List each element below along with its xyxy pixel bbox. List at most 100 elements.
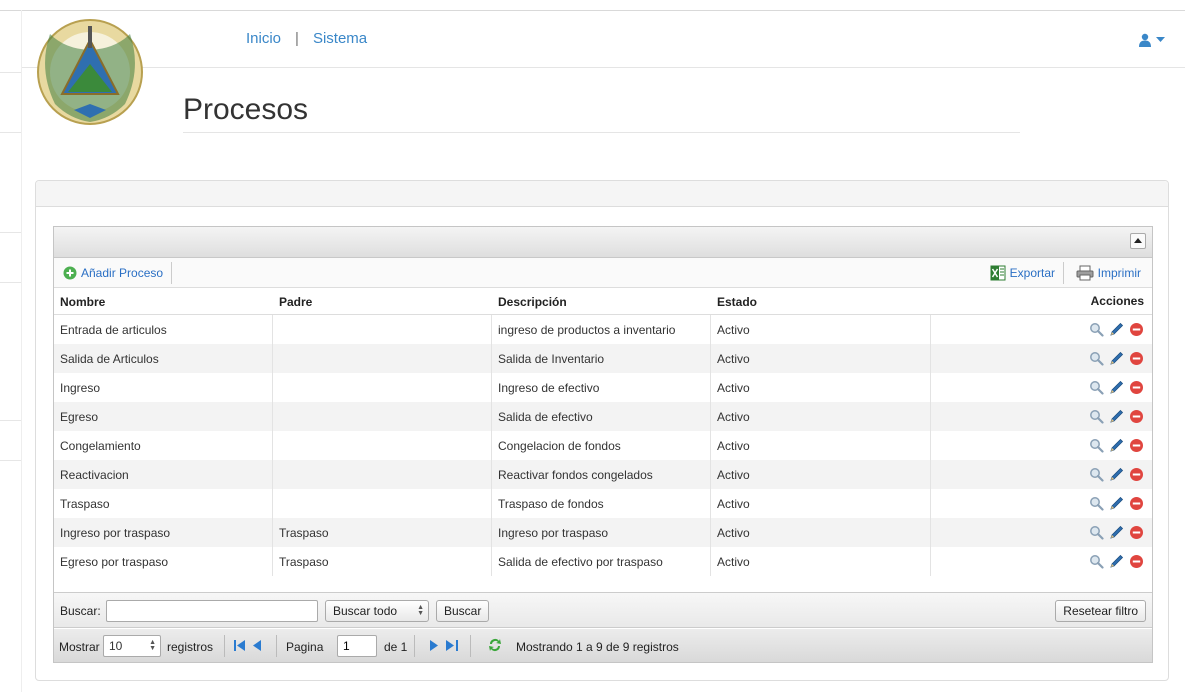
edit-pencil-icon[interactable] bbox=[1109, 467, 1124, 482]
delete-icon[interactable] bbox=[1129, 409, 1144, 424]
delete-icon[interactable] bbox=[1129, 496, 1144, 511]
previous-page-icon[interactable] bbox=[253, 640, 261, 651]
edit-pencil-icon[interactable] bbox=[1109, 525, 1124, 540]
cell-estado: Activo bbox=[711, 315, 931, 344]
table-row[interactable]: Ingreso por traspaso Traspaso Ingreso por … bbox=[54, 518, 1152, 547]
edit-pencil-icon[interactable] bbox=[1109, 496, 1124, 511]
header-nombre[interactable]: Nombre bbox=[54, 288, 273, 314]
search-input[interactable] bbox=[106, 600, 318, 622]
next-page-icon[interactable] bbox=[430, 640, 438, 651]
edit-pencil-icon[interactable] bbox=[1109, 409, 1124, 424]
page-title: Procesos bbox=[183, 93, 309, 126]
edit-pencil-icon[interactable] bbox=[1109, 554, 1124, 569]
page-number-input[interactable] bbox=[337, 635, 377, 657]
cell-descripcion: Salida de efectivo por traspaso bbox=[492, 547, 711, 576]
row-actions bbox=[931, 547, 1152, 576]
pager-bar: Mostrar 10 ▲▼ registros Pagina de 1 Most… bbox=[54, 629, 1152, 662]
table-row[interactable]: Traspaso Traspaso de fondos Activo bbox=[54, 489, 1152, 518]
table-row[interactable]: Egreso Salida de efectivo Activo bbox=[54, 402, 1152, 431]
cell-padre bbox=[273, 460, 492, 489]
page-label: Pagina bbox=[286, 640, 324, 654]
table-row[interactable]: Entrada de articulos ingreso de productos… bbox=[54, 315, 1152, 344]
pager-divider bbox=[470, 635, 471, 657]
edit-pencil-icon[interactable] bbox=[1109, 380, 1124, 395]
page-size-select[interactable]: 10 ▲ ▼ bbox=[103, 635, 161, 657]
table-body: Entrada de articulos ingreso de productos… bbox=[54, 315, 1152, 576]
view-icon[interactable] bbox=[1089, 351, 1104, 366]
cell-descripcion: Ingreso de efectivo bbox=[492, 373, 711, 402]
cell-nombre: Traspaso bbox=[54, 489, 273, 518]
add-process-label: Añadir Proceso bbox=[81, 266, 164, 280]
cell-estado: Activo bbox=[711, 344, 931, 373]
delete-icon[interactable] bbox=[1129, 380, 1144, 395]
edit-pencil-icon[interactable] bbox=[1109, 351, 1124, 366]
view-icon[interactable] bbox=[1089, 322, 1104, 337]
delete-icon[interactable] bbox=[1129, 525, 1144, 540]
delete-icon[interactable] bbox=[1129, 554, 1144, 569]
add-process-button[interactable]: Añadir Proceso bbox=[58, 262, 173, 284]
main-nav: Inicio | Sistema bbox=[246, 30, 367, 47]
title-divider bbox=[183, 132, 1020, 133]
cell-padre bbox=[273, 402, 492, 431]
cell-descripcion: Salida de efectivo bbox=[492, 402, 711, 431]
cell-nombre: Entrada de articulos bbox=[54, 315, 273, 344]
page-size-value: 10 bbox=[109, 639, 123, 653]
cell-estado: Activo bbox=[711, 489, 931, 518]
reset-filter-button[interactable]: Resetear filtro bbox=[1055, 600, 1146, 622]
edit-pencil-icon[interactable] bbox=[1109, 322, 1124, 337]
search-button[interactable]: Buscar bbox=[436, 600, 490, 622]
delete-icon[interactable] bbox=[1129, 438, 1144, 453]
table-row[interactable]: Salida de Articulos Salida de Inventario A… bbox=[54, 344, 1152, 373]
select-spinner-icon: ▲ ▼ bbox=[417, 604, 424, 617]
delete-icon[interactable] bbox=[1129, 467, 1144, 482]
delete-icon[interactable] bbox=[1129, 351, 1144, 366]
nav-link-home[interactable]: Inicio bbox=[246, 30, 281, 47]
view-icon[interactable] bbox=[1089, 409, 1104, 424]
row-actions bbox=[931, 315, 1152, 344]
grid-caption bbox=[54, 227, 1152, 258]
view-icon[interactable] bbox=[1089, 525, 1104, 540]
header-acciones: Acciones bbox=[1090, 294, 1144, 308]
table-row[interactable]: Ingreso Ingreso de efectivo Activo bbox=[54, 373, 1152, 402]
cell-descripcion: Salida de Inventario bbox=[492, 344, 711, 373]
row-actions bbox=[931, 489, 1152, 518]
row-actions bbox=[931, 373, 1152, 402]
table-row[interactable]: Egreso por traspaso Traspaso Salida de efe… bbox=[54, 547, 1152, 576]
refresh-icon[interactable] bbox=[487, 637, 503, 653]
pager-divider bbox=[414, 635, 415, 657]
cell-estado: Activo bbox=[711, 402, 931, 431]
pager-divider bbox=[224, 635, 225, 657]
nav-separator: | bbox=[295, 30, 299, 47]
last-page-icon[interactable] bbox=[446, 640, 458, 651]
nav-link-system[interactable]: Sistema bbox=[313, 30, 367, 47]
excel-icon bbox=[990, 265, 1006, 281]
view-icon[interactable] bbox=[1089, 380, 1104, 395]
view-icon[interactable] bbox=[1089, 438, 1104, 453]
export-button[interactable]: Exportar bbox=[985, 262, 1064, 284]
cell-estado: Activo bbox=[711, 518, 931, 547]
view-icon[interactable] bbox=[1089, 554, 1104, 569]
user-icon bbox=[1139, 33, 1151, 47]
cell-padre bbox=[273, 315, 492, 344]
view-icon[interactable] bbox=[1089, 467, 1104, 482]
edit-pencil-icon[interactable] bbox=[1109, 438, 1124, 453]
header-estado[interactable]: Estado bbox=[711, 288, 931, 314]
search-scope-select[interactable]: Buscar todo ▲ ▼ bbox=[325, 600, 429, 622]
header-padre[interactable]: Padre bbox=[273, 288, 492, 314]
view-icon[interactable] bbox=[1089, 496, 1104, 511]
grid-toolbar: Añadir Proceso Exportar Imprimir bbox=[54, 258, 1152, 288]
cell-padre bbox=[273, 431, 492, 460]
cell-padre: Traspaso bbox=[273, 518, 492, 547]
user-menu[interactable] bbox=[1138, 33, 1165, 47]
cell-padre bbox=[273, 344, 492, 373]
delete-icon[interactable] bbox=[1129, 322, 1144, 337]
table-row[interactable]: Congelamiento Congelacion de fondos Activo bbox=[54, 431, 1152, 460]
cell-estado: Activo bbox=[711, 460, 931, 489]
collapse-grid-button[interactable] bbox=[1130, 233, 1146, 249]
table-row[interactable]: Reactivacion Reactivar fondos congelados A… bbox=[54, 460, 1152, 489]
page-of-label: de 1 bbox=[384, 640, 408, 654]
records-label: registros bbox=[167, 640, 214, 654]
first-page-icon[interactable] bbox=[234, 640, 246, 651]
print-button[interactable]: Imprimir bbox=[1071, 262, 1146, 284]
header-descripcion[interactable]: Descripción bbox=[492, 288, 711, 314]
